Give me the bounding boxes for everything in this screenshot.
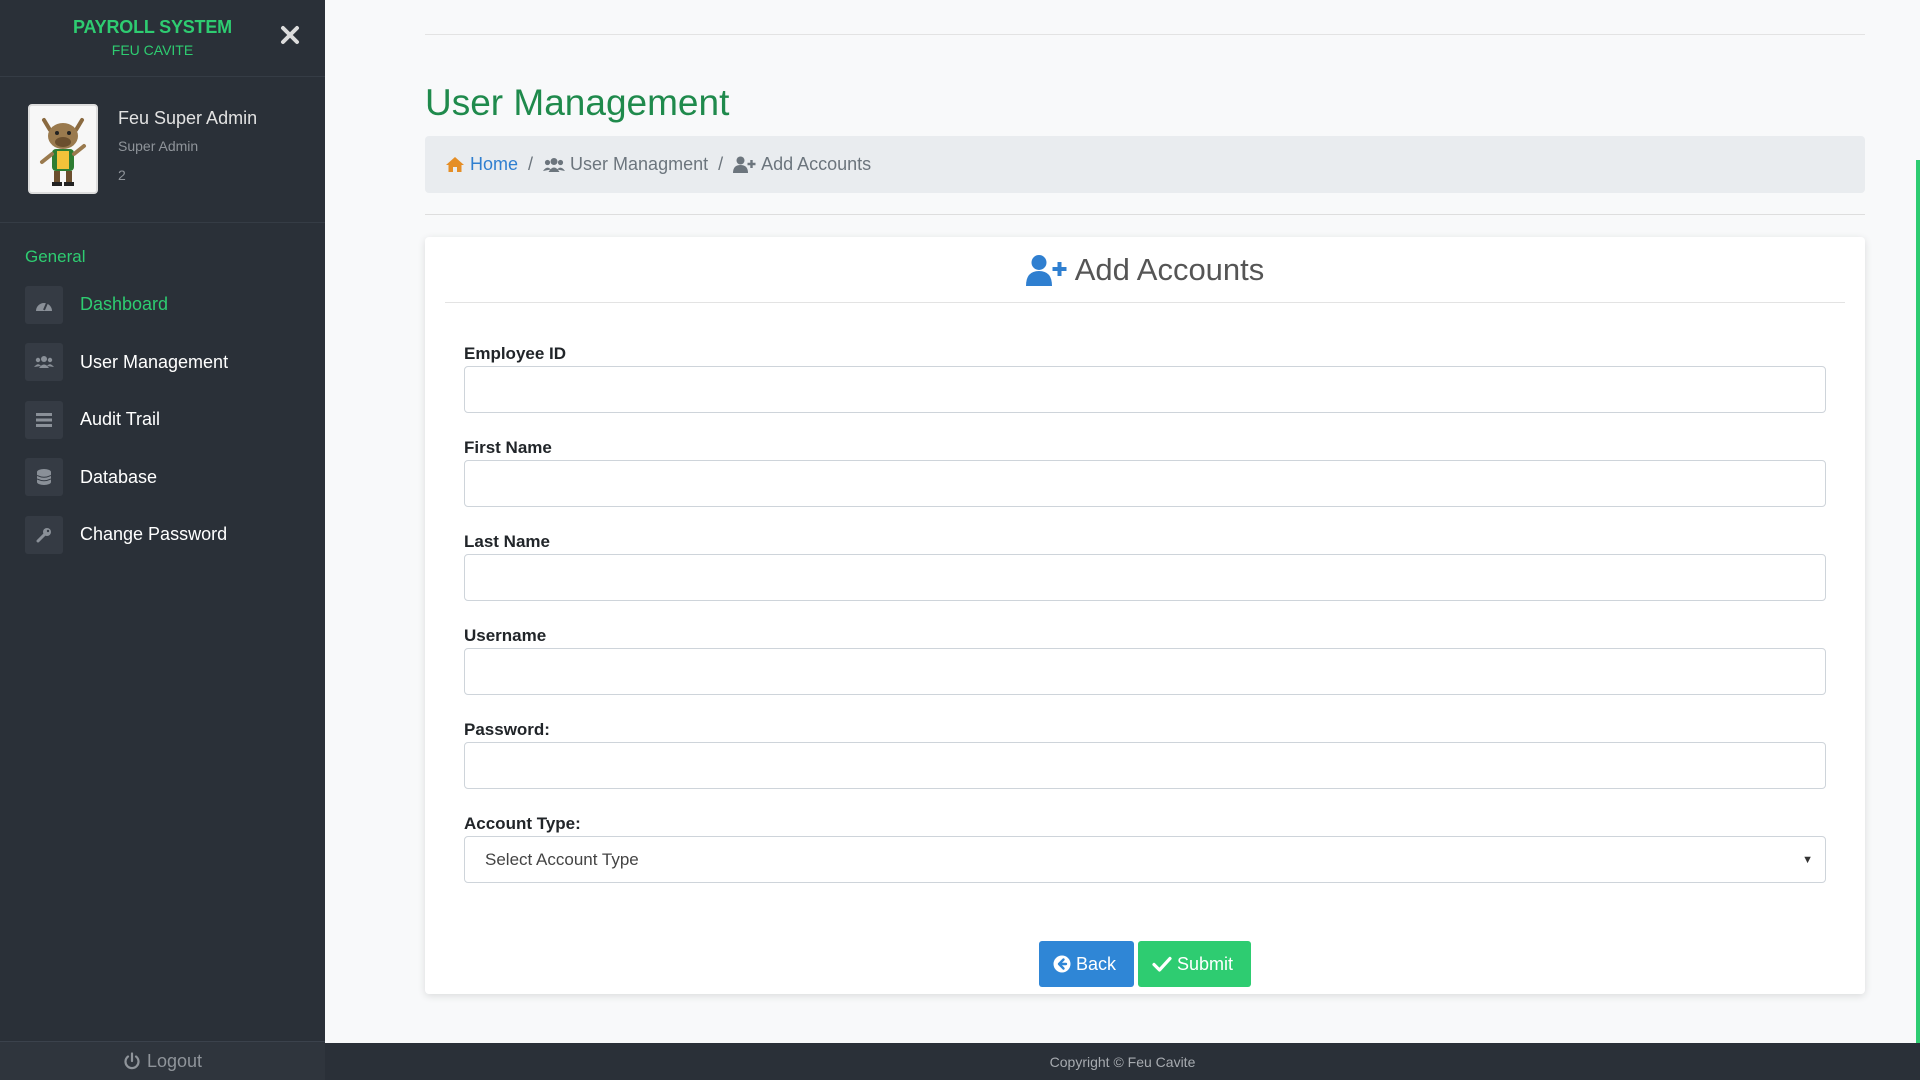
breadcrumb-home[interactable]: Home xyxy=(445,154,518,175)
password-group: Password: xyxy=(464,719,1826,813)
chevron-down-icon: ▼ xyxy=(1802,853,1813,866)
username-label: Username xyxy=(464,626,547,645)
form-actions: Back Submit xyxy=(464,941,1826,987)
footer: Copyright © Feu Cavite xyxy=(325,1043,1920,1080)
sidebar-item-label: Audit Trail xyxy=(80,409,161,430)
avatar xyxy=(28,104,98,194)
user-profile: Feu Super Admin Super Admin 2 xyxy=(0,77,325,223)
logout-button[interactable]: Logout xyxy=(0,1041,325,1080)
page-title: User Management xyxy=(425,82,730,123)
close-icon[interactable] xyxy=(277,22,303,48)
sidebar-item-label: Change Password xyxy=(80,524,228,545)
username-group: Username xyxy=(464,625,1826,719)
sidebar-item-database[interactable]: Database xyxy=(0,449,325,507)
account-type-value: Select Account Type xyxy=(485,849,639,869)
users-icon xyxy=(25,343,63,382)
password-input[interactable] xyxy=(464,742,1826,789)
first-name-label: First Name xyxy=(464,438,552,457)
sidebar-item-label: Database xyxy=(80,466,158,487)
first-name-group: First Name xyxy=(464,437,1826,531)
home-icon xyxy=(446,157,464,172)
divider xyxy=(425,34,1865,35)
divider xyxy=(425,214,1865,215)
profile-name: Feu Super Admin xyxy=(118,108,258,128)
sidebar-item-dashboard[interactable]: Dashboard xyxy=(0,276,325,334)
breadcrumb-separator: / xyxy=(528,154,534,174)
user-plus-icon xyxy=(1025,254,1067,286)
breadcrumb: Home / User Managment / Add Accounts xyxy=(425,136,1865,193)
breadcrumb-section[interactable]: User Managment xyxy=(543,154,708,175)
account-type-select[interactable]: Select Account Type ▼ xyxy=(464,836,1826,883)
back-button[interactable]: Back xyxy=(1039,941,1134,987)
profile-role: Super Admin xyxy=(118,138,199,154)
card-header: Add Accounts xyxy=(445,237,1845,303)
username-input[interactable] xyxy=(464,648,1826,695)
profile-info: Feu Super Admin Super Admin 2 xyxy=(118,108,257,222)
first-name-input[interactable] xyxy=(464,460,1826,507)
key-icon xyxy=(25,515,63,554)
sidebar-menu: Dashboard User Management Audit Trail Da… xyxy=(0,276,325,564)
account-type-label: Account Type: xyxy=(464,814,581,833)
password-label: Password: xyxy=(464,720,550,739)
breadcrumb-current-label: Add Accounts xyxy=(761,154,872,174)
last-name-input[interactable] xyxy=(464,554,1826,601)
back-label: Back xyxy=(1076,953,1117,974)
profile-id: 2 xyxy=(118,167,126,183)
list-icon xyxy=(25,400,63,439)
add-accounts-card: Add Accounts Employee ID First Name Last… xyxy=(425,237,1865,994)
employee-id-label: Employee ID xyxy=(464,344,567,363)
sidebar-item-change-password[interactable]: Change Password xyxy=(0,506,325,564)
main-content: User Management Home / User Managment / … xyxy=(325,0,1920,1080)
users-icon xyxy=(543,157,566,172)
brand-subtitle: FEU CAVITE xyxy=(111,42,194,58)
add-account-form: Employee ID First Name Last Name Usernam… xyxy=(425,303,1865,987)
user-plus-icon xyxy=(733,156,756,173)
copyright-text: Copyright © Feu Cavite xyxy=(1049,1053,1196,1070)
dashboard-icon xyxy=(25,285,63,324)
sidebar-item-audit-trail[interactable]: Audit Trail xyxy=(0,391,325,449)
submit-button[interactable]: Submit xyxy=(1138,941,1251,987)
sidebar: PAYROLL SYSTEM FEU CAVITE Feu Super Admi… xyxy=(0,0,325,1080)
brand: PAYROLL SYSTEM FEU CAVITE xyxy=(0,0,325,77)
power-icon xyxy=(124,1052,140,1070)
menu-heading: General xyxy=(25,247,86,266)
sidebar-item-user-management[interactable]: User Management xyxy=(0,334,325,392)
scroll-indicator xyxy=(1916,160,1920,1080)
database-icon xyxy=(25,458,63,497)
breadcrumb-section-label: User Managment xyxy=(570,154,709,174)
breadcrumb-home-link[interactable]: Home xyxy=(470,154,518,175)
card-title: Add Accounts xyxy=(1074,251,1265,287)
arrow-circle-left-icon xyxy=(1053,955,1071,973)
last-name-group: Last Name xyxy=(464,531,1826,625)
employee-id-input[interactable] xyxy=(464,366,1826,413)
sidebar-item-label: User Management xyxy=(80,351,229,372)
account-type-group: Account Type: Select Account Type ▼ xyxy=(464,813,1826,907)
sidebar-item-label: Dashboard xyxy=(80,294,169,315)
breadcrumb-separator: / xyxy=(718,154,724,174)
logout-label: Logout xyxy=(146,1050,203,1071)
breadcrumb-current: Add Accounts xyxy=(733,154,871,175)
submit-label: Submit xyxy=(1177,953,1234,974)
brand-title: PAYROLL SYSTEM xyxy=(73,17,232,37)
last-name-label: Last Name xyxy=(464,532,550,551)
check-icon xyxy=(1152,956,1172,972)
employee-id-group: Employee ID xyxy=(464,343,1826,437)
